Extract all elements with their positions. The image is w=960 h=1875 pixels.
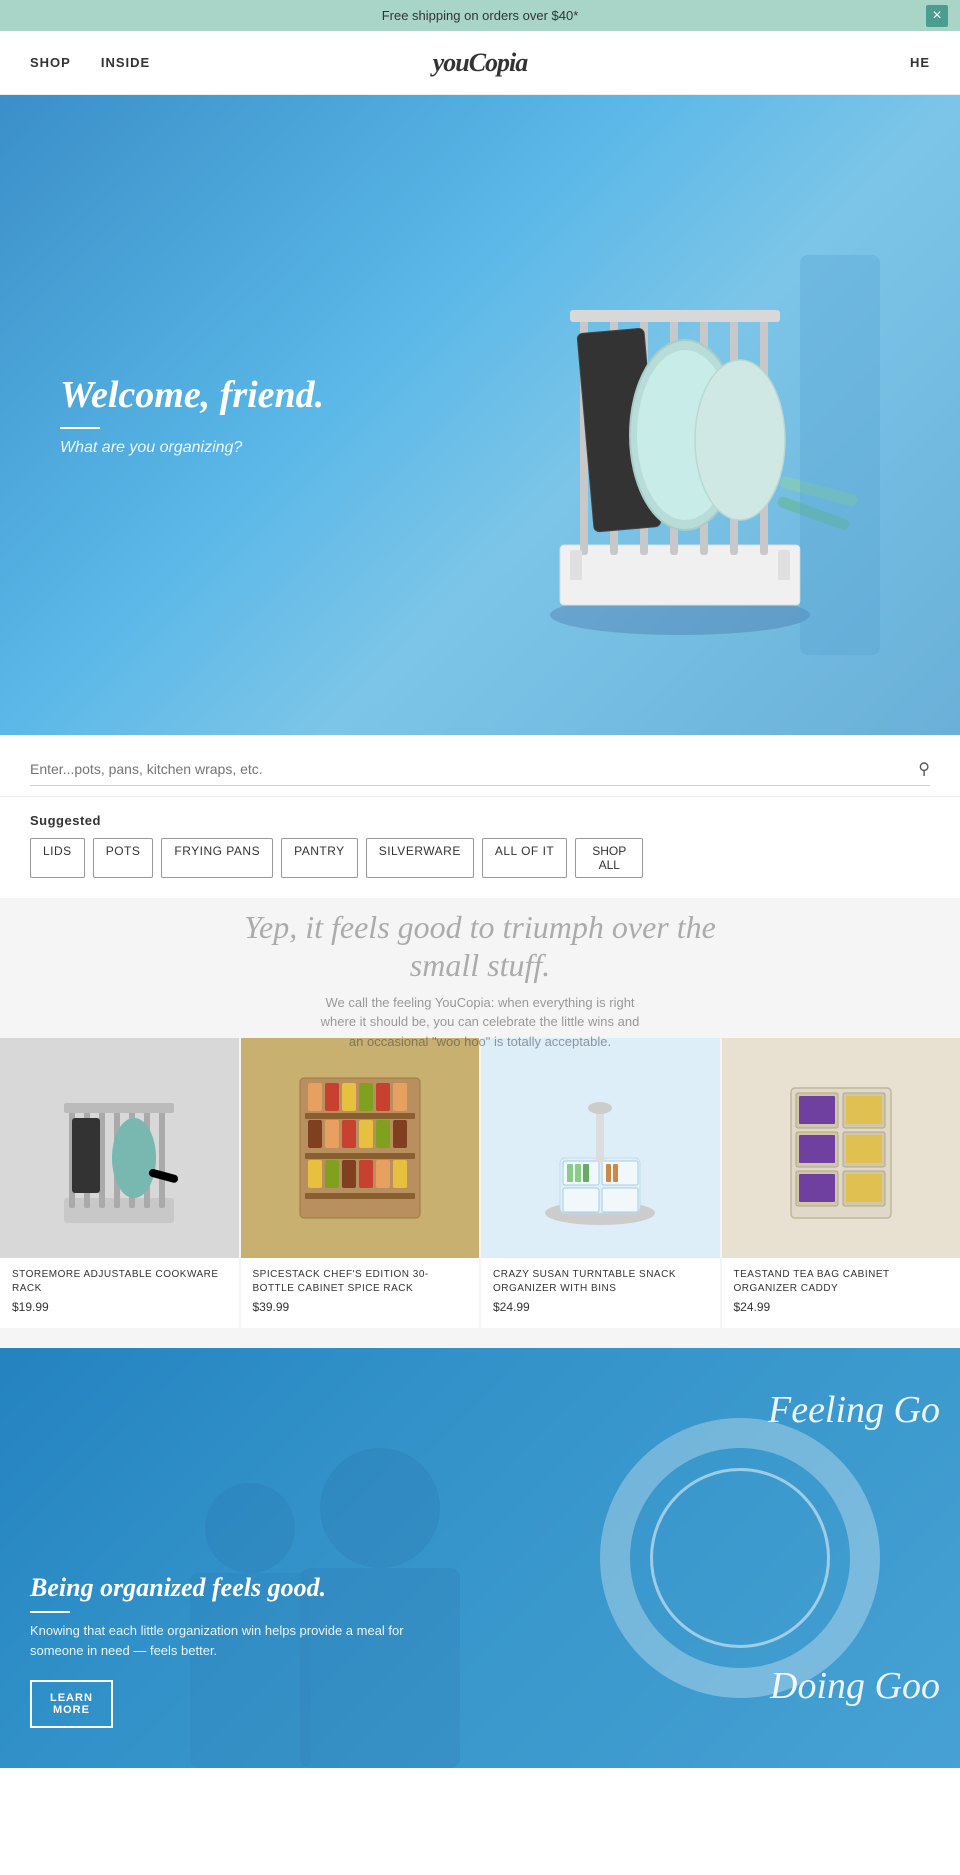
- nav-right-link[interactable]: HE: [910, 55, 930, 70]
- overlay-heading: Yep, it feels good to triumph over thesm…: [0, 908, 960, 985]
- cta-section: Feeling Go Doing Goo Being organized fee…: [0, 1348, 960, 1768]
- product-card-2[interactable]: SPICESTACK CHEF'S EDITION 30-BOTTLE CABI…: [241, 1038, 480, 1328]
- cta-body: Knowing that each little organization wi…: [30, 1621, 450, 1660]
- tag-pots[interactable]: POTS: [93, 838, 154, 878]
- product-svg-2: [290, 1058, 430, 1238]
- cookware-rack-svg: [500, 175, 880, 655]
- product-price-1: $19.99: [12, 1300, 227, 1314]
- product-name-2: SPICESTACK CHEF'S EDITION 30-BOTTLE CABI…: [253, 1268, 468, 1296]
- nav-logo[interactable]: youCopia: [433, 48, 528, 78]
- suggested-section: Suggested LIDS POTS FRYING PANS PANTRY S…: [0, 797, 960, 898]
- tag-pantry[interactable]: PANTRY: [281, 838, 358, 878]
- products-overlay-text: Yep, it feels good to triumph over thesm…: [0, 908, 960, 1051]
- announcement-close-button[interactable]: ×: [926, 5, 948, 27]
- announcement-bar: Free shipping on orders over $40* ×: [0, 0, 960, 31]
- product-price-3: $24.99: [493, 1300, 708, 1314]
- product-price-4: $24.99: [734, 1300, 949, 1314]
- tag-frying-pans[interactable]: FRYING PANS: [161, 838, 273, 878]
- hero-subtitle: What are you organizing?: [60, 439, 324, 457]
- cta-content: Being organized feels good. Knowing that…: [0, 1573, 450, 1728]
- product-name-1: STOREMORE ADJUSTABLE COOKWARE RACK: [12, 1268, 227, 1296]
- product-info-1: STOREMORE ADJUSTABLE COOKWARE RACK $19.9…: [0, 1258, 239, 1328]
- product-name-4: TEASTAND TEA BAG CABINET ORGANIZER CADDY: [734, 1268, 949, 1296]
- learn-more-button[interactable]: LEARNMORE: [30, 1680, 113, 1728]
- product-image-1: [0, 1038, 239, 1258]
- product-name-3: CRAZY SUSAN TURNTABLE SNACK ORGANIZER WI…: [493, 1268, 708, 1296]
- nav-shop-link[interactable]: SHOP: [30, 55, 71, 70]
- product-image-3: [481, 1038, 720, 1258]
- tag-shop-all[interactable]: SHOPALL: [575, 838, 643, 878]
- cta-divider: [30, 1611, 70, 1613]
- navbar: SHOP INSIDE youCopia HE: [0, 31, 960, 95]
- hero-divider: [60, 427, 100, 429]
- search-icon[interactable]: ⚲: [918, 759, 930, 779]
- product-svg-3: [535, 1058, 665, 1238]
- product-image-4: [722, 1038, 960, 1258]
- nav-inside-link[interactable]: INSIDE: [101, 55, 150, 70]
- products-section: Yep, it feels good to triumph over thesm…: [0, 898, 960, 1348]
- hero-image: [500, 175, 880, 655]
- product-card-4[interactable]: TEASTAND TEA BAG CABINET ORGANIZER CADDY…: [722, 1038, 960, 1328]
- product-info-2: SPICESTACK CHEF'S EDITION 30-BOTTLE CABI…: [241, 1258, 480, 1328]
- tag-lids[interactable]: LIDS: [30, 838, 85, 878]
- tag-silverware[interactable]: SILVERWARE: [366, 838, 474, 878]
- product-info-3: CRAZY SUSAN TURNTABLE SNACK ORGANIZER WI…: [481, 1258, 720, 1328]
- suggested-label: Suggested: [30, 813, 930, 828]
- overlay-body: We call the feeling YouCopia: when every…: [320, 993, 640, 1052]
- product-price-2: $39.99: [253, 1300, 468, 1314]
- product-image-2: [241, 1038, 480, 1258]
- hero-text: Welcome, friend. What are you organizing…: [0, 373, 324, 457]
- search-bar: ⚲: [30, 759, 930, 786]
- product-card-3[interactable]: CRAZY SUSAN TURNTABLE SNACK ORGANIZER WI…: [481, 1038, 720, 1328]
- search-input[interactable]: [30, 761, 918, 777]
- hero-section: Welcome, friend. What are you organizing…: [0, 95, 960, 735]
- hero-title: Welcome, friend.: [60, 373, 324, 417]
- cta-title: Being organized feels good.: [30, 1573, 450, 1603]
- products-grid: STOREMORE ADJUSTABLE COOKWARE RACK $19.9…: [0, 1038, 960, 1328]
- search-section: ⚲: [0, 735, 960, 797]
- nav-left: SHOP INSIDE: [30, 55, 150, 70]
- product-svg-4: [776, 1058, 906, 1238]
- product-card-1[interactable]: STOREMORE ADJUSTABLE COOKWARE RACK $19.9…: [0, 1038, 239, 1328]
- product-svg-1: [54, 1058, 184, 1238]
- announcement-text: Free shipping on orders over $40*: [382, 8, 579, 23]
- tags-row: LIDS POTS FRYING PANS PANTRY SILVERWARE …: [30, 838, 930, 878]
- product-info-4: TEASTAND TEA BAG CABINET ORGANIZER CADDY…: [722, 1258, 960, 1328]
- tag-all-of-it[interactable]: ALL OF IT: [482, 838, 567, 878]
